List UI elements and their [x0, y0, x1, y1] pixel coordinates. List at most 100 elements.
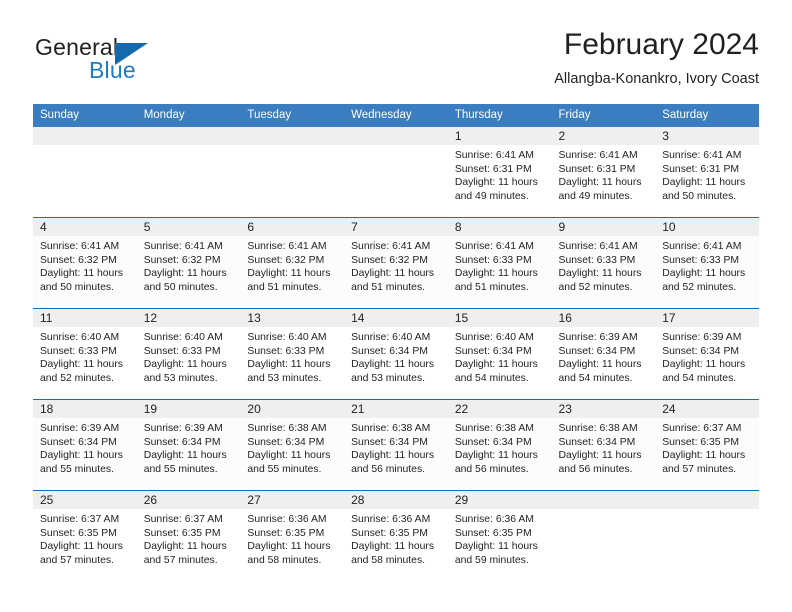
day-number: 25: [33, 491, 137, 509]
day-info-line: Sunrise: 6:41 AM: [454, 241, 534, 252]
day-info-line: Sunset: 6:34 PM: [351, 436, 428, 448]
calendar-day-cell[interactable]: 23 Sunrise: 6:38 AM Sunset: 6:34 PM Dayligh…: [551, 399, 656, 491]
day-info-line: Daylight: 11 hours: [662, 359, 746, 371]
day-info-line: and 52 minutes.: [558, 281, 633, 293]
day-info-line: Daylight: 11 hours: [454, 450, 538, 462]
day-info-line: Daylight: 11 hours: [143, 359, 227, 371]
calendar-day-cell[interactable]: 21 Sunrise: 6:38 AM Sunset: 6:34 PM Dayligh…: [344, 399, 448, 491]
day-sun-info: Sunrise: 6:41 AM Sunset: 6:32 PM Daylight:…: [240, 236, 344, 294]
day-info-line: Daylight: 11 hours: [40, 450, 123, 462]
day-info-line: Daylight: 11 hours: [40, 359, 123, 371]
title-block: February 2024 Allangba-Konankro, Ivory C…: [554, 28, 759, 88]
calendar-empty-cell: [551, 490, 656, 581]
day-sun-info: Sunrise: 6:41 AM Sunset: 6:33 PM Daylight:…: [552, 236, 656, 294]
calendar-day-cell[interactable]: 13 Sunrise: 6:40 AM Sunset: 6:33 PM Dayligh…: [240, 308, 345, 400]
calendar-day-cell[interactable]: 1 Sunrise: 6:41 AM Sunset: 6:31 PM Daylight…: [447, 127, 552, 218]
day-info-line: Sunrise: 6:41 AM: [558, 150, 638, 161]
calendar-week-row: 18 Sunrise: 6:39 AM Sunset: 6:34 PM Dayligh…: [33, 399, 759, 491]
day-number: 15: [447, 309, 552, 327]
calendar-day-cell[interactable]: 9 Sunrise: 6:41 AM Sunset: 6:33 PM Daylight…: [551, 217, 656, 309]
day-info-line: Sunset: 6:35 PM: [247, 527, 325, 539]
day-cell-inner: 27 Sunrise: 6:36 AM Sunset: 6:35 PM Dayligh…: [240, 491, 345, 581]
day-info-line: Sunrise: 6:41 AM: [662, 241, 742, 252]
day-info-line: and 49 minutes.: [454, 190, 529, 202]
day-number: 7: [344, 218, 448, 236]
day-sun-info: Sunrise: 6:39 AM Sunset: 6:34 PM Daylight:…: [655, 327, 759, 385]
day-sun-info: Sunrise: 6:39 AM Sunset: 6:34 PM Daylight:…: [33, 418, 137, 476]
day-info-line: Daylight: 11 hours: [247, 268, 331, 280]
calendar-day-cell[interactable]: 7 Sunrise: 6:41 AM Sunset: 6:32 PM Daylight…: [344, 217, 448, 309]
day-info-line: Sunrise: 6:41 AM: [247, 241, 327, 252]
day-sun-info: Sunrise: 6:41 AM Sunset: 6:31 PM Daylight:…: [552, 145, 656, 203]
day-info-line: Sunset: 6:33 PM: [40, 345, 117, 357]
day-cell-inner: 26 Sunrise: 6:37 AM Sunset: 6:35 PM Dayligh…: [136, 491, 241, 581]
page-header: General Blue February 2024 Allangba-Kona…: [33, 28, 759, 98]
generalblue-logo[interactable]: General Blue: [33, 34, 233, 90]
calendar-day-cell[interactable]: 11 Sunrise: 6:40 AM Sunset: 6:33 PM Dayligh…: [33, 308, 137, 400]
calendar-day-cell[interactable]: 16 Sunrise: 6:39 AM Sunset: 6:34 PM Dayligh…: [551, 308, 656, 400]
calendar-day-cell[interactable]: 25 Sunrise: 6:37 AM Sunset: 6:35 PM Dayligh…: [33, 490, 137, 581]
calendar-day-cell[interactable]: 26 Sunrise: 6:37 AM Sunset: 6:35 PM Dayligh…: [136, 490, 241, 581]
day-info-line: Sunrise: 6:38 AM: [351, 423, 431, 434]
day-info-line: Daylight: 11 hours: [40, 541, 123, 553]
calendar-day-cell[interactable]: 4 Sunrise: 6:41 AM Sunset: 6:32 PM Daylight…: [33, 217, 137, 309]
weekday-header-saturday: Saturday: [655, 104, 759, 127]
calendar-body: 1 Sunrise: 6:41 AM Sunset: 6:31 PM Daylight…: [33, 127, 759, 581]
calendar-day-cell[interactable]: 2 Sunrise: 6:41 AM Sunset: 6:31 PM Daylight…: [551, 127, 656, 218]
day-number: 26: [136, 491, 241, 509]
calendar-day-cell[interactable]: 3 Sunrise: 6:41 AM Sunset: 6:31 PM Daylight…: [655, 127, 759, 218]
calendar-day-cell[interactable]: 5 Sunrise: 6:41 AM Sunset: 6:32 PM Daylight…: [136, 217, 241, 309]
weekday-header-wednesday: Wednesday: [344, 104, 448, 127]
day-info-line: Sunset: 6:34 PM: [454, 436, 532, 448]
calendar-day-cell[interactable]: 28 Sunrise: 6:36 AM Sunset: 6:35 PM Dayligh…: [344, 490, 448, 581]
day-info-line: Sunset: 6:34 PM: [558, 345, 636, 357]
day-info-line: Sunrise: 6:39 AM: [143, 423, 223, 434]
weekday-header-thursday: Thursday: [447, 104, 552, 127]
calendar-day-cell[interactable]: 15 Sunrise: 6:40 AM Sunset: 6:34 PM Dayligh…: [447, 308, 552, 400]
day-info-line: Sunset: 6:31 PM: [558, 163, 636, 175]
day-number: 29: [447, 491, 552, 509]
calendar-day-cell[interactable]: 14 Sunrise: 6:40 AM Sunset: 6:34 PM Dayligh…: [344, 308, 448, 400]
calendar-day-cell[interactable]: 24 Sunrise: 6:37 AM Sunset: 6:35 PM Dayligh…: [655, 399, 759, 491]
calendar-week-row: 1 Sunrise: 6:41 AM Sunset: 6:31 PM Daylight…: [33, 127, 759, 218]
day-info-line: Sunset: 6:34 PM: [351, 345, 428, 357]
weekday-header-friday: Friday: [551, 104, 656, 127]
calendar-day-cell[interactable]: 12 Sunrise: 6:40 AM Sunset: 6:33 PM Dayligh…: [136, 308, 241, 400]
calendar-week-row: 4 Sunrise: 6:41 AM Sunset: 6:32 PM Daylight…: [33, 217, 759, 309]
calendar-day-cell[interactable]: 18 Sunrise: 6:39 AM Sunset: 6:34 PM Dayligh…: [33, 399, 137, 491]
day-info-line: Sunrise: 6:37 AM: [40, 514, 120, 525]
day-info-line: and 53 minutes.: [351, 372, 426, 384]
day-cell-inner: 20 Sunrise: 6:38 AM Sunset: 6:34 PM Dayligh…: [240, 400, 345, 490]
calendar-day-cell[interactable]: 27 Sunrise: 6:36 AM Sunset: 6:35 PM Dayligh…: [240, 490, 345, 581]
day-info-line: Daylight: 11 hours: [351, 359, 435, 371]
calendar-day-cell[interactable]: 10 Sunrise: 6:41 AM Sunset: 6:33 PM Dayligh…: [655, 217, 759, 309]
day-info-line: Sunset: 6:34 PM: [247, 436, 325, 448]
calendar-day-cell[interactable]: 8 Sunrise: 6:41 AM Sunset: 6:33 PM Daylight…: [447, 217, 552, 309]
day-info-line: Sunset: 6:35 PM: [351, 527, 428, 539]
day-info-line: Sunset: 6:33 PM: [247, 345, 325, 357]
day-cell-inner: 9 Sunrise: 6:41 AM Sunset: 6:33 PM Daylight…: [551, 218, 656, 308]
calendar-day-cell[interactable]: 19 Sunrise: 6:39 AM Sunset: 6:34 PM Dayligh…: [136, 399, 241, 491]
day-number: 5: [136, 218, 241, 236]
day-info-line: Sunrise: 6:37 AM: [662, 423, 742, 434]
day-info-line: and 57 minutes.: [143, 554, 218, 566]
day-info-line: and 51 minutes.: [247, 281, 322, 293]
day-info-line: Daylight: 11 hours: [351, 541, 435, 553]
day-number: 18: [33, 400, 137, 418]
calendar-day-cell[interactable]: 6 Sunrise: 6:41 AM Sunset: 6:32 PM Daylight…: [240, 217, 345, 309]
day-info-line: Sunrise: 6:41 AM: [40, 241, 120, 252]
day-info-line: Sunrise: 6:38 AM: [247, 423, 327, 434]
calendar-day-cell[interactable]: 17 Sunrise: 6:39 AM Sunset: 6:34 PM Dayligh…: [655, 308, 759, 400]
day-number: 6: [240, 218, 345, 236]
calendar-day-cell[interactable]: 20 Sunrise: 6:38 AM Sunset: 6:34 PM Dayligh…: [240, 399, 345, 491]
day-cell-inner: 19 Sunrise: 6:39 AM Sunset: 6:34 PM Dayligh…: [136, 400, 241, 490]
day-info-line: Sunset: 6:33 PM: [662, 254, 740, 266]
day-cell-inner: 25 Sunrise: 6:37 AM Sunset: 6:35 PM Dayligh…: [33, 491, 137, 581]
day-sun-info: Sunrise: 6:36 AM Sunset: 6:35 PM Daylight:…: [344, 509, 448, 567]
day-info-line: Sunset: 6:34 PM: [40, 436, 117, 448]
day-info-line: Daylight: 11 hours: [247, 541, 331, 553]
calendar-day-cell[interactable]: 29 Sunrise: 6:36 AM Sunset: 6:35 PM Dayligh…: [447, 490, 552, 581]
day-info-line: and 55 minutes.: [40, 463, 114, 475]
calendar-day-cell[interactable]: 22 Sunrise: 6:38 AM Sunset: 6:34 PM Dayligh…: [447, 399, 552, 491]
day-number: 22: [447, 400, 552, 418]
